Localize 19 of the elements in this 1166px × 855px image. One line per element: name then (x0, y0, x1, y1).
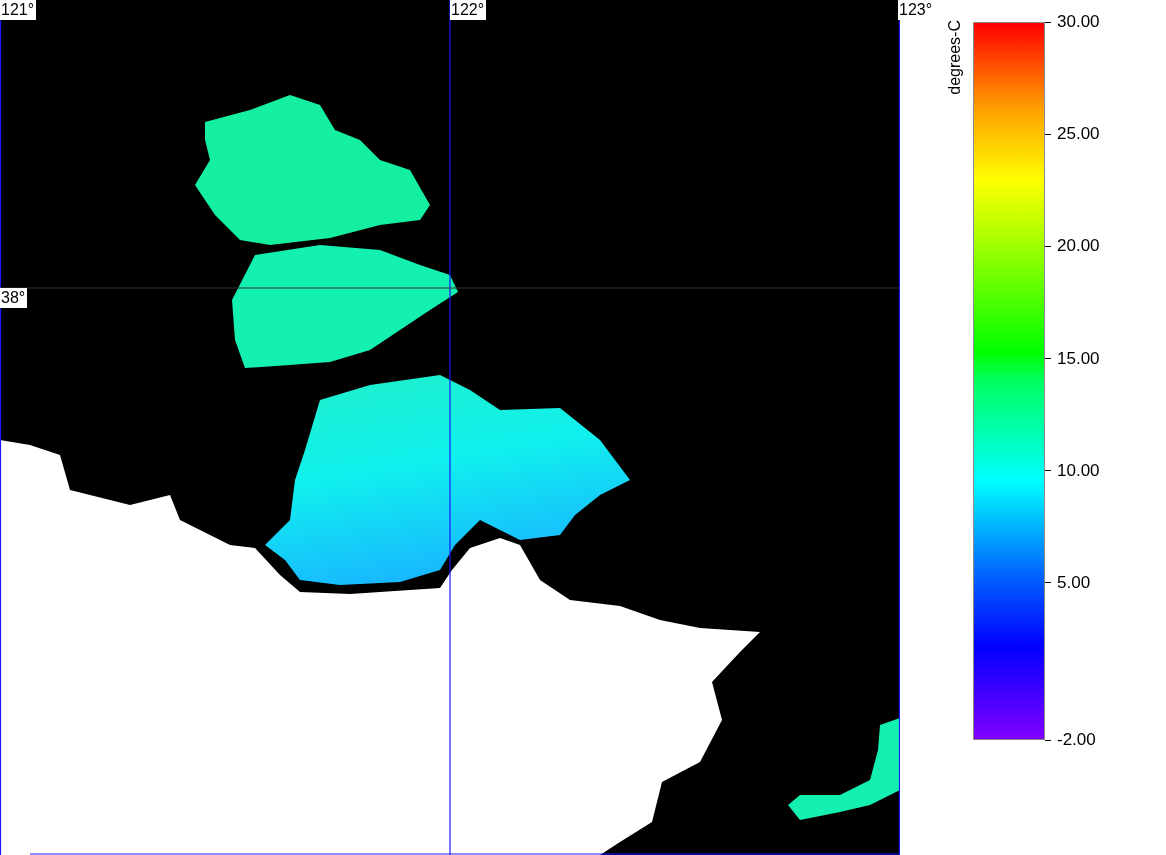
tick-mark (1045, 470, 1051, 472)
colorbar-title: degrees-C (946, 20, 964, 95)
colorbar-tick-label: 20.00 (1057, 236, 1100, 257)
tick-mark (1045, 739, 1051, 741)
colorbar-tick-label: -2.00 (1057, 730, 1096, 750)
longitude-label: 121° (0, 0, 37, 20)
colorbar-tick-label: 30.00 (1057, 12, 1100, 32)
tick-mark (1045, 245, 1051, 247)
tick-mark (1045, 358, 1051, 360)
colorbar-tick-label: 15.00 (1057, 348, 1100, 369)
tick-mark (1045, 21, 1051, 23)
tick-mark (1045, 582, 1051, 584)
colorbar-tick-label: 25.00 (1057, 124, 1100, 145)
tick-mark (1045, 133, 1051, 135)
longitude-label: 122° (450, 0, 487, 20)
colorbar-tick-label: 10.00 (1057, 460, 1100, 481)
colorbar-tick-label: 5.00 (1057, 572, 1091, 593)
longitude-label: 123° (898, 0, 935, 20)
latitude-label: 38° (0, 288, 28, 308)
